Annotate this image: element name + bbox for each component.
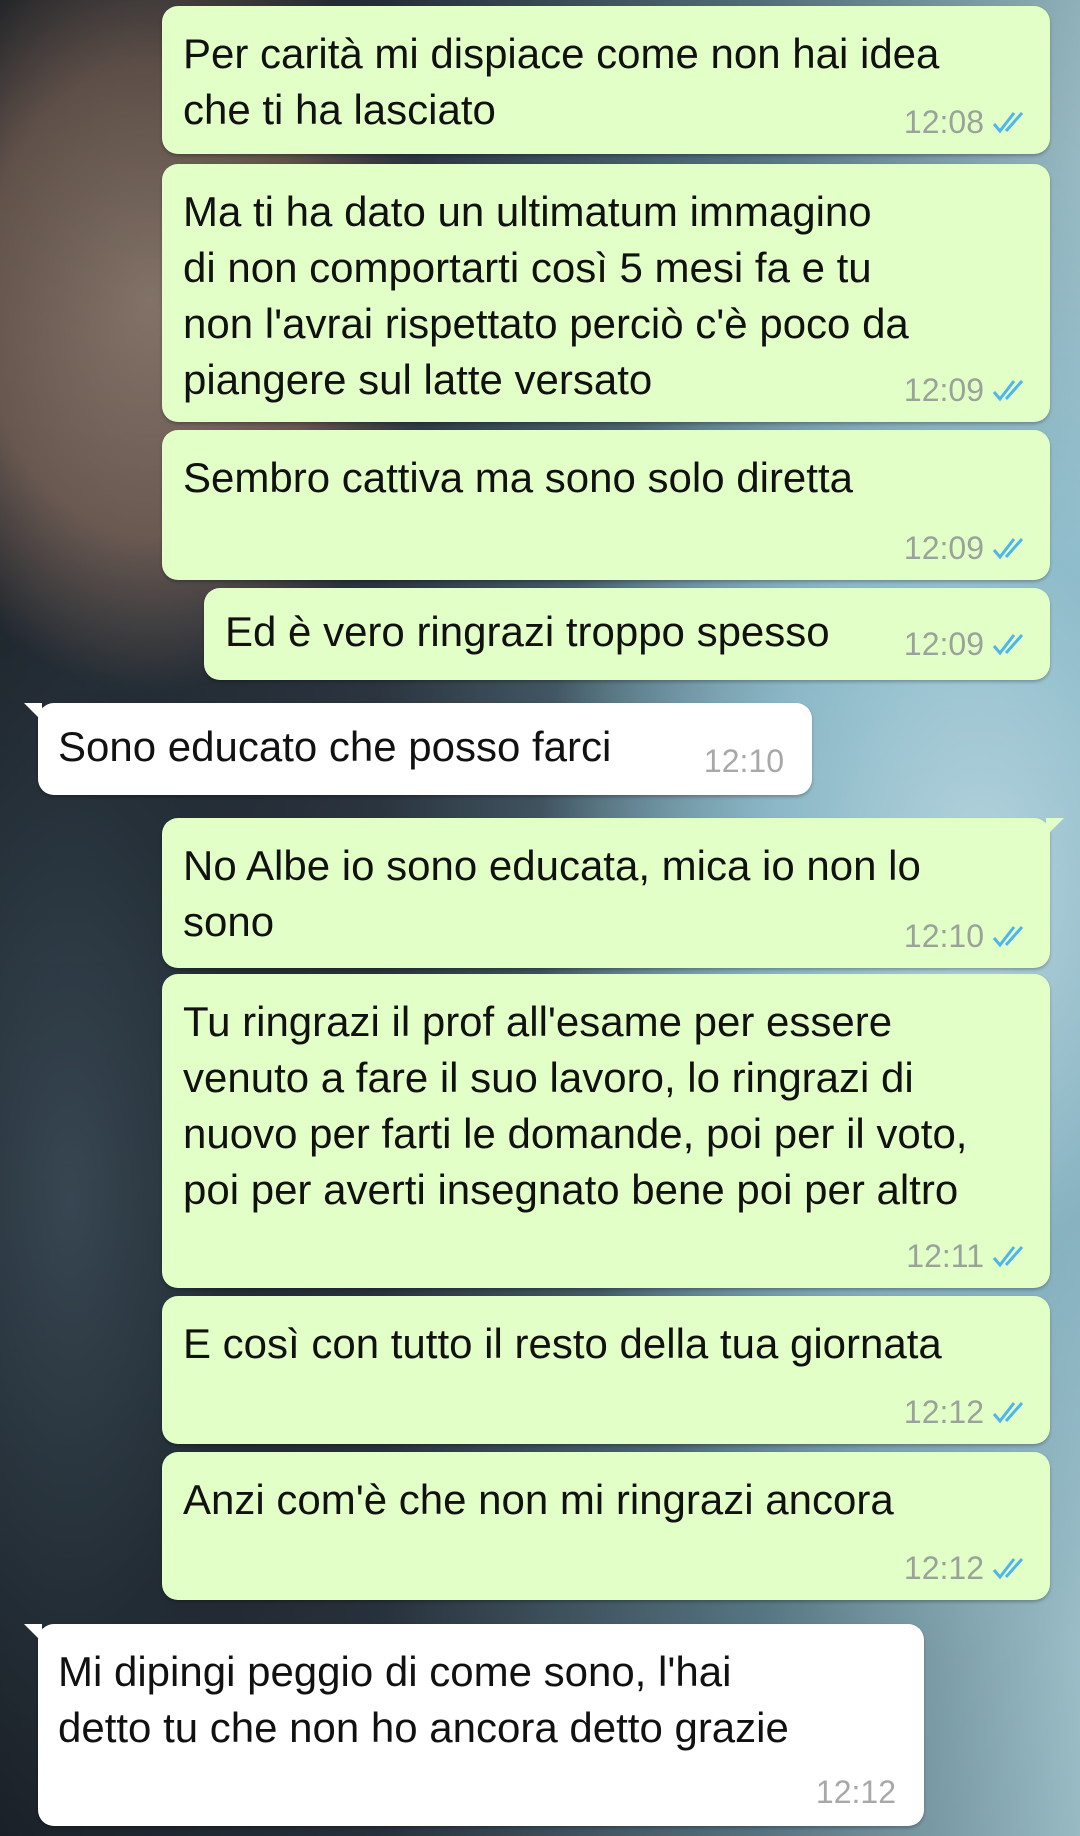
read-ticks-icon (992, 1246, 1024, 1268)
message-meta: 12:12 (904, 1394, 1032, 1430)
message-time: 12:11 (906, 1238, 984, 1274)
message-meta: 12:10 (704, 743, 784, 779)
message-text: Sembro cattiva ma sono solo diretta (183, 454, 853, 501)
read-ticks-icon (992, 926, 1024, 948)
message-time: 12:10 (903, 918, 984, 954)
message-bubble-outgoing[interactable]: Ed è vero ringrazi troppo spesso 12:09 (204, 588, 1050, 680)
message-bubble-outgoing[interactable]: Tu ringrazi il prof all'esame per essere… (162, 974, 1050, 1288)
message-meta: 12:12 (816, 1774, 896, 1810)
read-ticks-icon (992, 1558, 1024, 1580)
message-bubble-outgoing[interactable]: E così con tutto il resto della tua gior… (162, 1296, 1050, 1444)
message-text: Sono educato che posso farci (58, 723, 612, 770)
message-time: 12:12 (903, 1550, 984, 1586)
message-meta: 12:09 (904, 372, 1032, 408)
message-bubble-outgoing[interactable]: Ma ti ha dato un ultimatum immagino di n… (162, 164, 1050, 422)
bubble-tail (24, 703, 42, 721)
message-bubble-incoming[interactable]: Mi dipingi peggio di come sono, l'hai de… (24, 1624, 924, 1826)
message-meta: 12:10 (904, 918, 1032, 954)
bubble-tail (24, 1624, 42, 1642)
message-meta: 12:09 (904, 626, 1032, 662)
message-time: 12:08 (903, 104, 984, 140)
message-text: Anzi com'è che non mi ringrazi ancora (183, 1476, 894, 1523)
message-time: 12:09 (903, 626, 984, 662)
message-text: Mi dipingi peggio di come sono, l'hai de… (58, 1648, 789, 1751)
read-ticks-icon (992, 380, 1024, 402)
message-time: 12:12 (903, 1394, 984, 1430)
message-meta: 12:08 (904, 104, 1032, 140)
message-time: 12:10 (703, 743, 784, 779)
read-ticks-icon (992, 538, 1024, 560)
message-list[interactable]: Per carità mi dispiace come non hai idea… (0, 0, 1080, 1836)
message-text: E così con tutto il resto della tua gior… (183, 1320, 942, 1367)
message-time: 12:09 (903, 530, 984, 566)
message-time: 12:12 (815, 1774, 896, 1810)
message-bubble-incoming[interactable]: Sono educato che posso farci 12:10 (24, 703, 812, 795)
read-ticks-icon (992, 634, 1024, 656)
message-meta: 12:09 (904, 530, 1032, 566)
message-meta: 12:12 (904, 1550, 1032, 1586)
message-bubble-outgoing[interactable]: Sembro cattiva ma sono solo diretta 12:0… (162, 430, 1050, 580)
message-bubble-outgoing[interactable]: Anzi com'è che non mi ringrazi ancora 12… (162, 1452, 1050, 1600)
message-bubble-outgoing[interactable]: No Albe io sono educata, mica io non lo … (162, 818, 1064, 968)
bubble-tail (1046, 818, 1064, 836)
message-time: 12:09 (903, 372, 984, 408)
read-ticks-icon (992, 1402, 1024, 1424)
message-text: Tu ringrazi il prof all'esame per essere… (183, 998, 968, 1213)
read-ticks-icon (992, 112, 1024, 134)
message-bubble-outgoing[interactable]: Per carità mi dispiace come non hai idea… (162, 6, 1050, 154)
message-meta: 12:11 (906, 1238, 1032, 1274)
